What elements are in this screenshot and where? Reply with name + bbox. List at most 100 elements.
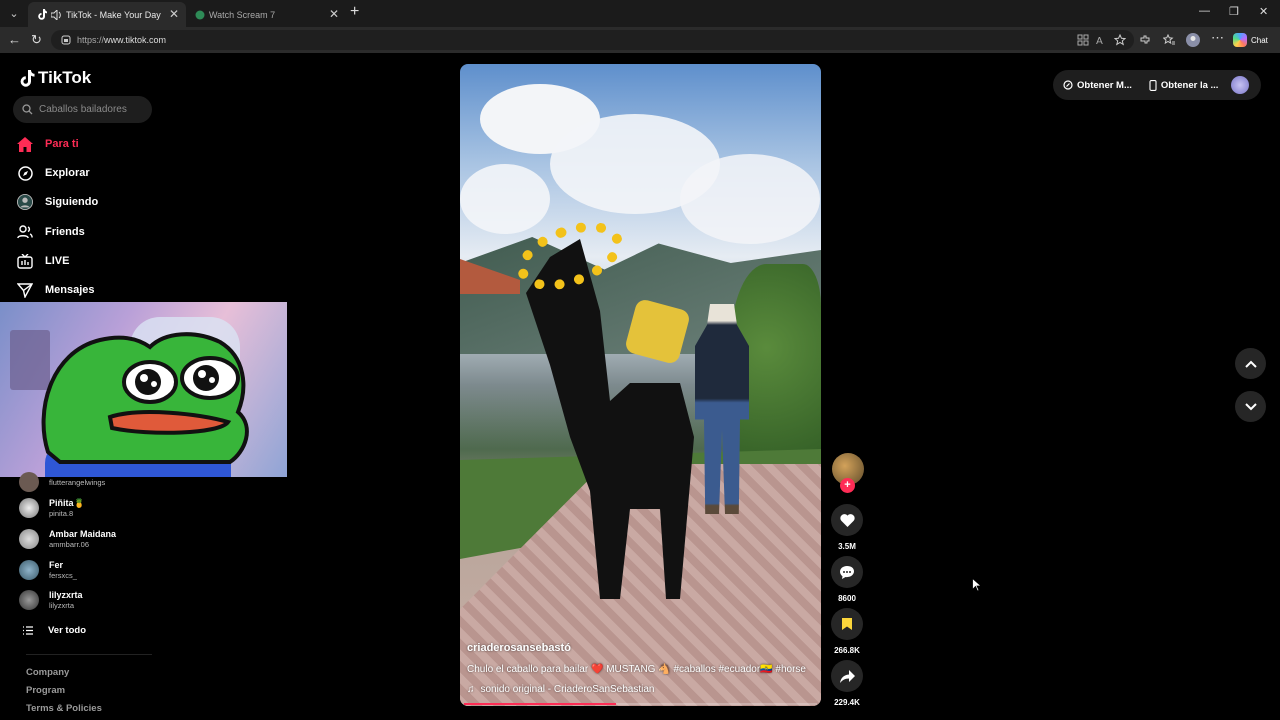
follow-plus-icon[interactable]: +: [840, 478, 855, 493]
friends-icon: [17, 224, 33, 240]
speaker-icon[interactable]: [51, 9, 62, 20]
nav-label: Siguiendo: [45, 196, 99, 208]
share-button[interactable]: [831, 660, 863, 692]
following-icon: [17, 194, 33, 210]
save-button[interactable]: [831, 608, 863, 640]
compass-icon: [17, 165, 33, 181]
like-count: 3.5M: [838, 542, 856, 551]
following-account-item[interactable]: flutterangelwings: [19, 472, 105, 492]
search-input[interactable]: Caballos bailadores: [13, 96, 152, 123]
tab-title: Watch Scream 7: [209, 9, 276, 20]
nav-item-explorar[interactable]: Explorar: [17, 165, 90, 181]
previous-video-button[interactable]: [1235, 348, 1266, 379]
live-icon: [17, 253, 33, 269]
avatar: [19, 590, 39, 610]
mouse-cursor-icon: [972, 578, 981, 592]
close-tab-icon[interactable]: ✕: [169, 7, 179, 21]
more-menu-icon[interactable]: ⋯: [1211, 30, 1224, 46]
translate-icon[interactable]: A: [1096, 34, 1108, 46]
music-note-icon: ♫: [467, 684, 475, 695]
user-avatar[interactable]: [1231, 76, 1249, 94]
new-tab-plus-icon[interactable]: +: [350, 3, 359, 21]
get-coins-label: Obtener M...: [1077, 79, 1132, 91]
like-button[interactable]: [831, 504, 863, 536]
account-handle: ammbarr.06: [49, 540, 90, 549]
site-info-icon[interactable]: [61, 35, 71, 45]
coin-icon: [1063, 80, 1073, 90]
following-account-item[interactable]: Piñita🍍 pinita.8: [19, 498, 85, 518]
tiktok-logo[interactable]: TikTok: [19, 68, 91, 88]
minimize-icon[interactable]: —: [1199, 5, 1210, 17]
sound-label: sonido original - CriaderoSanSebastian: [480, 684, 655, 695]
share-count: 229.4K: [834, 698, 860, 707]
following-account-item[interactable]: lilyzxrta lilyzxrta: [19, 590, 83, 610]
url-host: www.tiktok.com: [104, 35, 167, 45]
video-author[interactable]: criaderosansebastó: [467, 642, 571, 654]
nav-label: LIVE: [45, 255, 70, 267]
comment-count: 8600: [838, 594, 856, 603]
phone-icon: [1149, 79, 1157, 91]
chevron-up-icon: [1244, 360, 1257, 368]
nav-item-mensajes[interactable]: Mensajes: [17, 282, 95, 298]
back-arrow-icon[interactable]: ←: [8, 32, 21, 47]
app-available-icon[interactable]: [1077, 34, 1089, 46]
avatar: [19, 472, 39, 492]
chat-label: Chat: [1251, 35, 1268, 45]
account-name: Piñita🍍: [49, 498, 85, 508]
share-action[interactable]: 229.4K: [831, 660, 863, 707]
avatar: [19, 560, 39, 580]
nav-label: Mensajes: [45, 284, 95, 296]
following-account-item[interactable]: Fer fersxcs_: [19, 560, 77, 580]
like-action[interactable]: 3.5M: [831, 504, 863, 551]
top-right-actions: Obtener M... Obtener la ...: [1053, 70, 1261, 100]
browser-tab-scream[interactable]: Watch Scream 7 ✕: [186, 2, 346, 27]
save-action[interactable]: 266.8K: [831, 608, 863, 655]
favorite-star-icon[interactable]: [1114, 34, 1126, 46]
comment-action[interactable]: 8600: [831, 556, 863, 603]
tab-title: TikTok - Make Your Day: [66, 9, 161, 20]
reload-icon[interactable]: ↻: [31, 32, 42, 48]
video-progress-bar[interactable]: [464, 703, 817, 705]
share-arrow-icon: [839, 669, 855, 683]
next-video-button[interactable]: [1235, 391, 1266, 422]
get-coins-button[interactable]: Obtener M...: [1063, 80, 1132, 91]
address-bar[interactable]: https://www.tiktok.com: [51, 30, 1134, 50]
chevron-down-icon: [1244, 402, 1257, 410]
video-player[interactable]: [460, 64, 821, 706]
nav-item-para-ti[interactable]: Para ti: [17, 136, 79, 152]
search-icon: [22, 104, 33, 115]
account-name: Ambar Maidana: [49, 529, 117, 539]
get-app-button[interactable]: Obtener la ...: [1149, 79, 1218, 91]
following-account-item[interactable]: Ambar Maidana ammbarr.06: [19, 529, 116, 549]
nav-item-siguiendo[interactable]: Siguiendo: [17, 194, 98, 210]
footer-link-program[interactable]: Program: [26, 685, 65, 696]
tiktok-note-icon: [20, 69, 35, 87]
home-icon: [17, 136, 33, 152]
account-handle: lilyzxrta: [49, 601, 75, 610]
list-icon: [23, 626, 33, 635]
restore-icon[interactable]: ❐: [1229, 5, 1239, 18]
nav-item-live[interactable]: LIVE: [17, 253, 69, 269]
extensions-icon[interactable]: [1139, 34, 1151, 46]
nav-item-friends[interactable]: Friends: [17, 224, 85, 240]
footer-link-company[interactable]: Company: [26, 667, 69, 678]
see-all-label: Ver todo: [48, 625, 87, 636]
browser-tab-strip: ⌄ TikTok - Make Your Day ✕ Watch Scream …: [0, 0, 1280, 27]
tab-actions-chevron-icon[interactable]: ⌄: [4, 4, 24, 23]
comment-button[interactable]: [831, 556, 863, 588]
favorites-icon[interactable]: [1163, 34, 1175, 46]
browser-tab-tiktok[interactable]: TikTok - Make Your Day ✕: [28, 2, 186, 27]
close-tab-icon[interactable]: ✕: [329, 7, 339, 21]
close-window-icon[interactable]: ✕: [1259, 5, 1268, 18]
send-icon: [17, 282, 33, 298]
video-sound[interactable]: ♫ sonido original - CriaderoSanSebastian: [467, 684, 655, 695]
profile-avatar-icon[interactable]: [1186, 33, 1200, 47]
url-protocol: https://: [77, 35, 105, 45]
sidebar-divider: [26, 654, 152, 655]
avatar: [19, 498, 39, 518]
bookmark-icon: [842, 618, 852, 630]
footer-link-terms[interactable]: Terms & Policies: [26, 703, 102, 714]
see-all-link[interactable]: Ver todo: [23, 625, 86, 636]
heart-icon: [839, 513, 855, 527]
copilot-chat-button[interactable]: Chat: [1233, 33, 1268, 47]
